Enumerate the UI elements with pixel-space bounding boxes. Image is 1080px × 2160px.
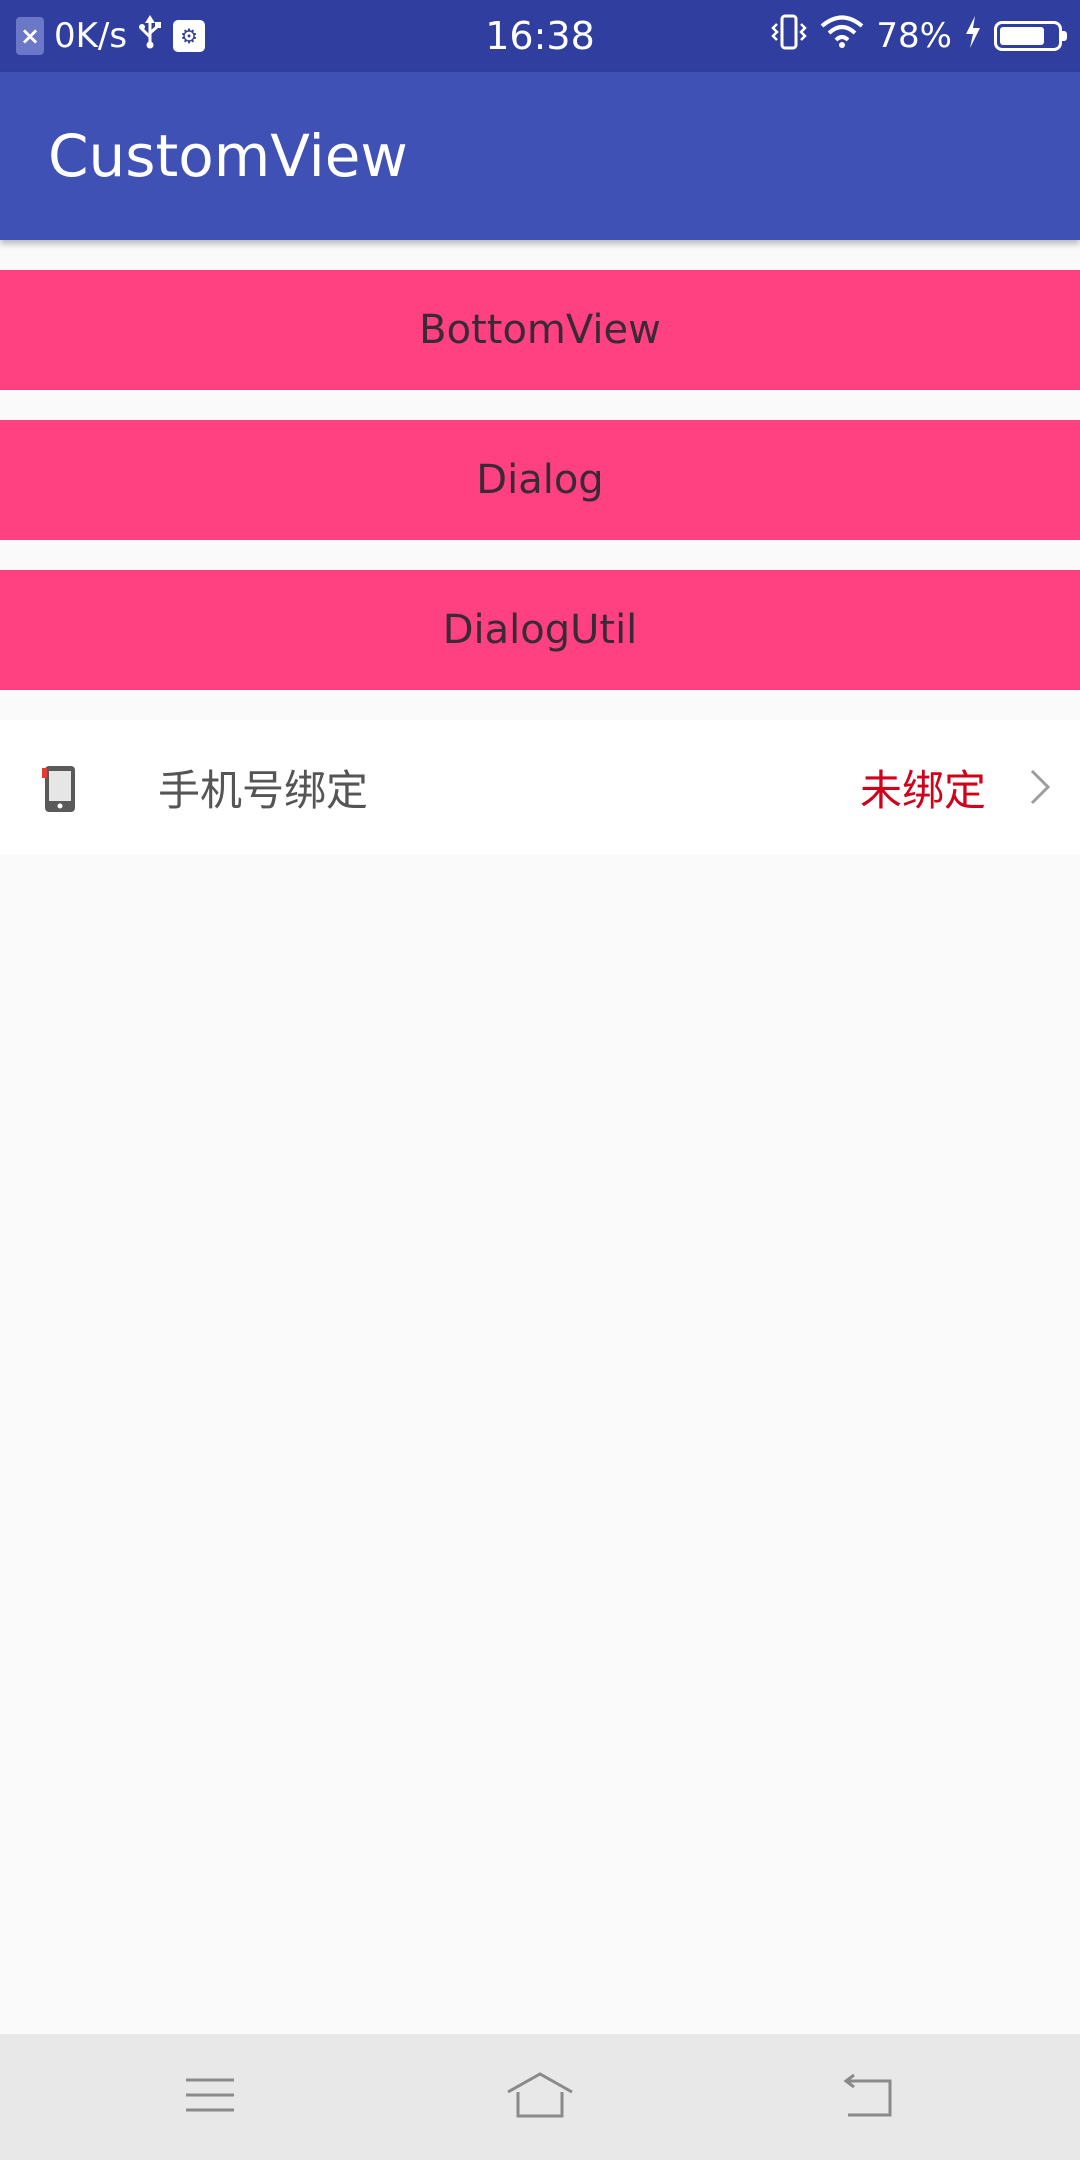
vibrate-icon [770,14,808,59]
battery-icon [994,21,1067,51]
back-icon [840,2071,896,2123]
navigation-bar [0,2034,1080,2160]
back-button[interactable] [778,2034,958,2160]
battery-percent: 78% [876,16,952,56]
app-bar: CustomView [0,72,1080,240]
dialogutil-button[interactable]: DialogUtil [0,570,1080,690]
charging-icon [964,15,982,57]
phone-icon [42,764,78,814]
home-icon [504,2070,576,2124]
chevron-right-icon [1028,768,1052,806]
usb-icon [137,14,163,58]
menu-icon [184,2075,236,2119]
phone-binding-row[interactable]: 手机号绑定 未绑定 [0,720,1080,854]
home-button[interactable] [450,2034,630,2160]
menu-button[interactable] [120,2034,300,2160]
phone-binding-status: 未绑定 [859,765,986,815]
battery-level-fill [1000,27,1044,45]
network-speed: 0K/s [54,16,128,56]
status-bar: × 0K/s ⚙ 16:38 78% [0,0,1080,72]
dialog-button[interactable]: Dialog [0,420,1080,540]
status-left: × 0K/s ⚙ [16,0,206,72]
status-right: 78% [770,0,1067,72]
sim-absent-icon: × [16,17,44,55]
app-title: CustomView [48,122,408,190]
phone-binding-label: 手机号绑定 [158,765,369,815]
wifi-icon [820,15,864,58]
usb-debug-icon: ⚙ [173,20,206,52]
bottomview-button[interactable]: BottomView [0,270,1080,390]
